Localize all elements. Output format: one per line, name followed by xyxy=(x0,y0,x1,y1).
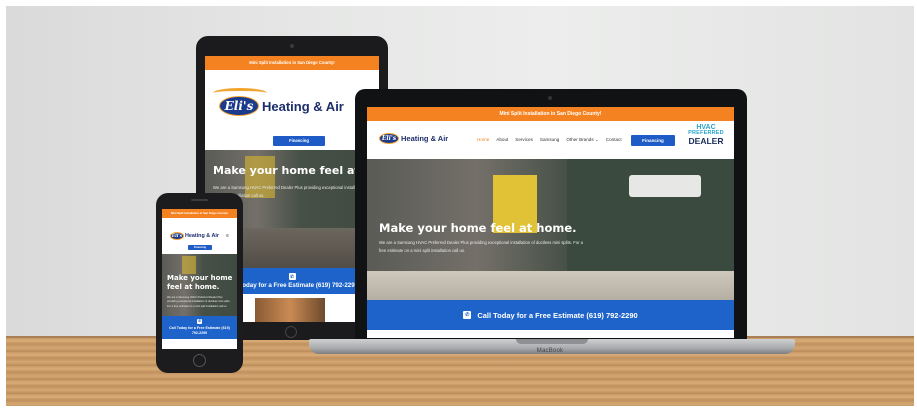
laptop-site-banner: Mini Split Installation in San Diego Cou… xyxy=(367,107,734,121)
gallery-image xyxy=(255,298,325,322)
phone-icon: ✆ xyxy=(197,319,202,325)
laptop-financing-button[interactable]: Financing xyxy=(631,135,675,146)
nav-item-services[interactable]: Services xyxy=(515,137,533,143)
phone-site-logo[interactable]: Eli's Heating & Air xyxy=(170,232,219,240)
phone-hero-title: Make your home feel at home. xyxy=(167,274,232,292)
phone-speaker xyxy=(191,199,208,201)
laptop-device: Mini Split Installation in San Diego Cou… xyxy=(355,89,747,341)
logo-badge: Eli's xyxy=(170,232,184,240)
phone-site-banner: Mini Split Installation in San Diego Cou… xyxy=(162,209,237,218)
logo-text: Heating & Air xyxy=(185,233,219,239)
logo-badge: Eli's xyxy=(219,96,259,116)
tablet-site-logo[interactable]: Eli's Heating & Air xyxy=(219,96,344,116)
hero-artwork xyxy=(182,256,196,274)
phone-financing-button[interactable]: Financing xyxy=(188,245,212,250)
phone-icon: ✆ xyxy=(288,273,296,280)
phone-cta-bar[interactable]: ✆ Call Today for a Free Estimate (619) 7… xyxy=(162,316,237,339)
laptop-brand-label: MacBook xyxy=(536,348,564,354)
phone-hero-title-line2: feel at home. xyxy=(167,282,220,291)
tablet-site-header: Eli's Heating & Air Financing xyxy=(205,70,379,150)
tablet-financing-button[interactable]: Financing xyxy=(273,136,325,146)
phone-icon: ✆ xyxy=(463,311,472,319)
laptop-site-header: Eli's Heating & Air Home About Services … xyxy=(367,121,734,159)
laptop-screen: Mini Split Installation in San Diego Cou… xyxy=(367,107,734,338)
hvac-badge-line3: DEALER xyxy=(688,135,724,146)
laptop-hero-title: Make your home feel at home. xyxy=(379,221,577,235)
nav-item-samsung[interactable]: Samsung xyxy=(540,137,559,143)
hero-mini-split-unit xyxy=(629,175,701,197)
logo-text: Heating & Air xyxy=(262,98,344,114)
nav-item-other-brands[interactable]: Other Brands ⌄ xyxy=(566,137,598,143)
tablet-home-button[interactable] xyxy=(285,326,297,338)
laptop-main-nav: Home About Services Samsung Other Brands… xyxy=(477,137,622,143)
phone-hero-text: We are a Samsung HVAC Preferred Dealer P… xyxy=(167,296,231,308)
logo-swoosh xyxy=(213,88,267,98)
laptop-hero: Make your home feel at home. We are a Sa… xyxy=(367,159,734,300)
phone-device: Mini Split Installation in San Diego Cou… xyxy=(156,193,243,373)
laptop-cta-text: Call Today for a Free Estimate (619) 792… xyxy=(477,310,638,320)
tablet-camera xyxy=(290,44,294,48)
tablet-cta-text: Call Today for a Free Estimate (619) 792… xyxy=(225,282,359,289)
nav-item-contact[interactable]: Contact xyxy=(606,137,622,143)
phone-hero: Make your home feel at home. We are a Sa… xyxy=(162,254,237,316)
phone-site-header: Eli's Heating & Air ≡ Financing xyxy=(162,218,237,254)
hamburger-menu-icon[interactable]: ≡ xyxy=(226,233,229,239)
laptop-cta-bar[interactable]: ✆ Call Today for a Free Estimate (619) 7… xyxy=(367,300,734,330)
nav-item-about[interactable]: About xyxy=(496,137,508,143)
nav-item-home[interactable]: Home xyxy=(477,137,489,143)
laptop-hero-text: We are a Samsung HVAC Preferred Dealer P… xyxy=(379,240,583,253)
logo-text: Heating & Air xyxy=(401,134,449,143)
phone-cta-text: Call Today for a Free Estimate (619) 792… xyxy=(169,326,230,335)
device-mockup-scene: Mini Split Installation in San Diego Cou… xyxy=(0,0,917,410)
logo-badge: Eli's xyxy=(379,133,399,144)
phone-screen: Mini Split Installation in San Diego Cou… xyxy=(162,209,237,349)
hero-sofa xyxy=(367,271,734,300)
phone-hero-title-line1: Make your home xyxy=(167,274,233,282)
laptop-camera xyxy=(548,96,552,100)
phone-home-button[interactable] xyxy=(193,354,206,367)
laptop-site-logo[interactable]: Eli's Heating & Air xyxy=(379,133,448,144)
hvac-preferred-dealer-badge: HVAC PREFERRED DEALER xyxy=(683,124,729,145)
tablet-site-banner: Mini Split Installation in San Diego Cou… xyxy=(205,56,379,70)
laptop-hinge-notch xyxy=(516,339,588,344)
